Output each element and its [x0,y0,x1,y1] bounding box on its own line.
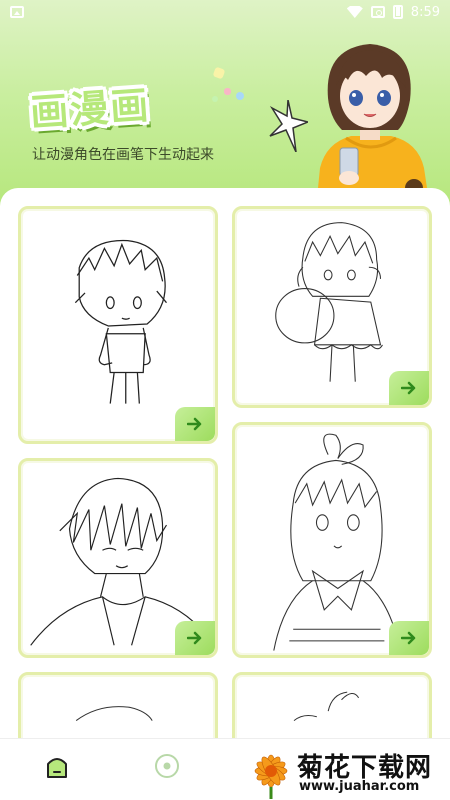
sketch-card-chibi-boy[interactable] [18,206,218,444]
watermark-url: www.juahar.com [299,779,420,794]
signal-icon [370,6,385,18]
nav-home[interactable] [42,751,72,781]
status-time: 8:59 [410,4,440,20]
wifi-icon [346,6,363,18]
decor-dot [212,96,218,102]
sparkle-icon [269,100,308,152]
open-sketch-button[interactable] [389,371,429,405]
header-banner: 8:59 画漫画 让动漫角色在画笔下生动起来 [0,0,450,210]
open-sketch-button[interactable] [175,621,215,655]
arrow-right-icon [187,631,202,645]
anime-character-illustration [316,44,430,208]
open-sketch-button[interactable] [389,621,429,655]
status-bar: 8:59 [0,0,450,24]
sketch-card-girl-with-bow[interactable] [232,422,432,658]
sketch-card-partial-left[interactable] [18,672,218,748]
page-subtitle: 让动漫角色在画笔下生动起来 [32,147,214,163]
chrysanthemum-logo-icon [254,754,288,799]
gallery-icon [10,6,24,18]
arrow-right-icon [401,381,416,395]
watermark: 菊花下载网 www.juahar.com [245,745,450,800]
decor-dot [236,92,244,100]
sketch-card-boy-portrait[interactable] [18,458,218,658]
nav-discover[interactable] [152,751,182,781]
sketch-gallery [0,188,450,748]
battery-icon [392,5,403,19]
home-icon [47,758,67,778]
discover-icon [155,754,179,778]
sketch-card-chibi-girl[interactable] [232,206,432,408]
open-sketch-button[interactable] [175,407,215,441]
arrow-right-icon [401,631,416,645]
decor-dot [224,88,231,95]
sketch-card-partial-right[interactable] [232,672,432,748]
arrow-right-icon [187,417,202,431]
page-title-wrap: 画漫画 [29,78,200,135]
decor-dot [212,66,226,80]
page-title: 画漫画 [28,82,152,136]
